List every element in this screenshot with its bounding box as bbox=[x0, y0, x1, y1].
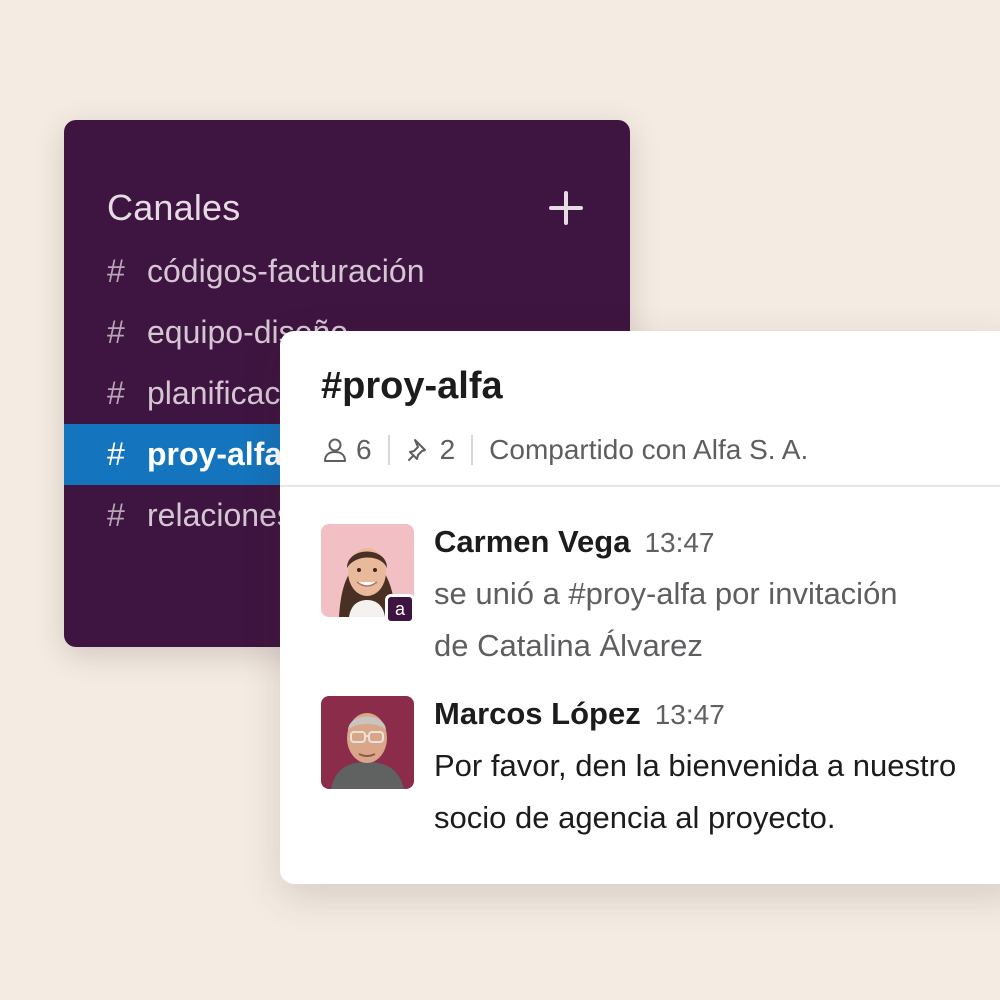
sidebar-header: Canales bbox=[107, 186, 586, 230]
organization-badge: a bbox=[385, 594, 415, 624]
message-body: Marcos López 13:47 Por favor, den la bie… bbox=[434, 696, 994, 844]
message-text-line: socio de agencia al proyecto. bbox=[434, 800, 836, 835]
pin-icon bbox=[407, 439, 426, 461]
timestamp[interactable]: 13:47 bbox=[644, 527, 714, 559]
divider bbox=[471, 435, 474, 465]
sidebar-item-codigos-facturacion[interactable]: # códigos-facturación bbox=[64, 241, 630, 302]
hash-icon: # bbox=[107, 375, 125, 411]
hash-icon: # bbox=[107, 253, 125, 289]
shared-with-text[interactable]: Compartido con Alfa S. A. bbox=[489, 434, 808, 466]
channel-title[interactable]: #proy-alfa bbox=[321, 365, 503, 408]
message-text-line: se unió a #proy-alfa por invitación bbox=[434, 576, 898, 611]
channel-meta: 6 2 Compartido con Alfa S. A. bbox=[322, 431, 808, 469]
message-body: Carmen Vega 13:47 se unió a #proy-alfa p… bbox=[434, 524, 994, 672]
divider bbox=[387, 435, 390, 465]
hash-icon: # bbox=[107, 314, 125, 350]
channel-name: códigos-facturación bbox=[147, 253, 425, 289]
author-name[interactable]: Marcos López bbox=[434, 696, 641, 732]
pins-button[interactable]: 2 bbox=[406, 434, 456, 466]
members-count: 6 bbox=[356, 434, 372, 465]
header-divider bbox=[280, 485, 1000, 487]
add-channel-button[interactable] bbox=[546, 188, 586, 228]
message-header: Marcos López 13:47 bbox=[434, 696, 994, 740]
channel-name: proy-alfa bbox=[147, 436, 283, 472]
avatar-marcos bbox=[321, 696, 414, 789]
sidebar-title: Canales bbox=[107, 187, 241, 228]
author-name[interactable]: Carmen Vega bbox=[434, 524, 630, 560]
pins-count: 2 bbox=[439, 434, 456, 465]
hash-icon: # bbox=[107, 497, 125, 533]
channel-panel: #proy-alfa 6 2 Compartido con Alfa S. A. bbox=[280, 331, 1000, 884]
channel-name: relaciones bbox=[147, 497, 293, 533]
timestamp[interactable]: 13:47 bbox=[655, 699, 725, 731]
person-icon bbox=[324, 438, 346, 462]
message-header: Carmen Vega 13:47 bbox=[434, 524, 994, 568]
members-button[interactable]: 6 bbox=[322, 434, 372, 466]
hash-icon: # bbox=[107, 436, 125, 472]
avatar[interactable] bbox=[321, 696, 414, 789]
message-text-line: Por favor, den la bienvenida a nuestro bbox=[434, 748, 957, 783]
message-text-line: de Catalina Álvarez bbox=[434, 628, 703, 663]
